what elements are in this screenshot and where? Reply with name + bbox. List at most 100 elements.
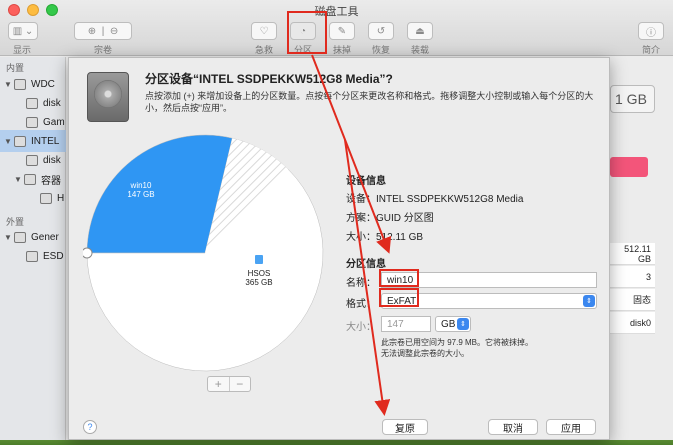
first-aid-label: 急救	[254, 45, 273, 55]
size-unit-select[interactable]: GB ⇕	[435, 316, 471, 332]
mount-label: 装载	[410, 45, 429, 55]
hint-line-2: 无法调整此宗卷的大小。	[381, 349, 469, 358]
size-key: 大小：	[346, 232, 376, 243]
sidebar-item-label: WDC	[31, 78, 55, 90]
partition-size-key: 大小：	[346, 322, 376, 333]
pie-label-name: HSOS	[248, 269, 271, 278]
size-unit-value: GB	[441, 318, 456, 330]
name-key: 名称：	[346, 278, 376, 289]
first-aid-button[interactable]: ♡	[251, 22, 277, 40]
sidebar: 内置 ▼ WDC disk Gam ▼ INTEL disk ▼ 容器 H 外置…	[0, 57, 66, 440]
main-detail-pane: 1 GB 512.11 GB 3 固态 disk0	[610, 57, 673, 440]
scheme-key: 方案：	[346, 213, 376, 224]
select-arrows-icon: ⇕	[583, 295, 595, 307]
add-partition-button[interactable]: +	[208, 377, 229, 391]
help-button[interactable]: ?	[83, 420, 97, 434]
partition-hint: 此宗卷已用空间为 97.9 MB。它将被抹掉。 无法调整此宗卷的大小。	[381, 337, 533, 359]
sidebar-item-label: ESD	[43, 250, 64, 262]
info-label: 简介	[641, 45, 660, 55]
hint-line-1: 此宗卷已用空间为 97.9 MB。它将被抹掉。	[381, 338, 534, 347]
erase-label: 抹掉	[332, 45, 351, 55]
disk-usage-bar	[610, 157, 648, 177]
pie-svg[interactable]: win10147 GB HSOS365 GB	[81, 131, 327, 375]
sidebar-icon: ▥ ⌄	[12, 25, 34, 37]
device-size-row: 大小：512.11 GB	[346, 228, 423, 243]
apply-button[interactable]: 应用	[546, 419, 596, 435]
revert-button[interactable]: 复原	[382, 419, 428, 435]
highlight-partition-button	[287, 11, 327, 54]
pie-label-size: 365 GB	[245, 278, 272, 287]
hard-disk-icon	[87, 72, 129, 122]
volume-add-remove-button[interactable]: ⊕ | ⊖	[74, 22, 132, 40]
hard-disk-icon	[14, 78, 26, 90]
sidebar-item-esd[interactable]: ESD	[0, 245, 66, 267]
sidebar-item-label: disk	[43, 154, 61, 166]
disclosure-triangle-icon[interactable]: ▼	[2, 80, 14, 89]
highlight-name-field	[379, 269, 419, 287]
info-cell-count: 3	[610, 266, 655, 288]
erase-button[interactable]: ✎	[329, 22, 355, 40]
sidebar-item-label: Gener	[31, 231, 59, 243]
sheet-title: 分区设备“INTEL SSDPEKKW512G8 Media”?	[145, 72, 393, 86]
toolbar: 磁盘工具 ▥ ⌄ 显示 ⊕ | ⊖ 宗卷 ♡ 急救 ◔ 分区 ✎ 抹掉 ↺ 恢复…	[0, 0, 673, 56]
mount-button[interactable]: ⏏	[407, 22, 433, 40]
disk-size-display: 1 GB	[610, 85, 655, 113]
select-arrows-icon: ⇕	[457, 318, 469, 330]
stethoscope-icon: ♡	[259, 25, 269, 37]
partition-sheet: 分区设备“INTEL SSDPEKKW512G8 Media”? 点按添加 (+…	[68, 57, 610, 440]
cancel-button[interactable]: 取消	[488, 419, 538, 435]
sidebar-toggle-button[interactable]: ▥ ⌄	[8, 22, 38, 40]
finder-icon	[255, 255, 263, 264]
partition-pie-chart[interactable]: win10 147 GB HSOS 365 GB	[81, 131, 327, 375]
volume-icon	[26, 154, 38, 166]
partition-add-remove-control[interactable]: + −	[207, 376, 251, 392]
hard-disk-icon	[14, 135, 26, 147]
volume-label: 宗卷	[93, 45, 112, 55]
restore-icon: ↺	[376, 25, 386, 37]
volume-icon	[26, 250, 38, 262]
info-icon: ⓘ	[646, 27, 656, 39]
device-info-header: 设备信息	[346, 176, 386, 187]
size-value: 512.11 GB	[376, 232, 424, 243]
device-value: INTEL SSDPEKKW512G8 Media	[376, 194, 524, 205]
sidebar-item-label: disk	[43, 97, 61, 109]
partition-size-value: 147	[387, 318, 404, 330]
sidebar-item-label: Gam	[43, 116, 65, 128]
sidebar-item-label: INTEL	[31, 135, 60, 147]
container-icon	[24, 173, 36, 185]
restore-label: 恢复	[371, 45, 390, 55]
info-cell-device: disk0	[610, 312, 655, 334]
erase-icon: ✎	[337, 25, 347, 37]
remove-partition-button[interactable]: −	[228, 377, 251, 391]
format-key: 格式：	[346, 299, 376, 310]
highlight-format-field	[379, 288, 419, 307]
partition-size-field[interactable]: 147	[381, 316, 431, 332]
window-title: 磁盘工具	[314, 6, 359, 18]
device-key: 设备：	[346, 194, 376, 205]
disclosure-triangle-icon[interactable]: ▼	[2, 233, 14, 242]
mount-icon: ⏏	[415, 25, 425, 37]
device-row: 设备：INTEL SSDPEKKW512G8 Media	[346, 190, 523, 205]
disclosure-triangle-icon[interactable]: ▼	[12, 175, 24, 184]
display-label: 显示	[12, 45, 31, 55]
external-disk-icon	[14, 231, 26, 243]
info-cell-capacity: 512.11 GB	[610, 243, 655, 265]
scheme-row: 方案：GUID 分区图	[346, 209, 434, 224]
volume-icon	[26, 116, 38, 128]
volume-icon	[40, 192, 52, 204]
sidebar-item-label: 容器	[41, 175, 61, 187]
pie-label-name: win10	[130, 181, 152, 190]
scheme-value: GUID 分区图	[376, 213, 434, 224]
resize-handle[interactable]	[81, 247, 93, 259]
info-button[interactable]: ⓘ	[638, 22, 664, 40]
sidebar-item-h[interactable]: H	[0, 187, 66, 209]
partition-info-header: 分区信息	[346, 259, 386, 270]
sheet-description: 点按添加 (+) 来增加设备上的分区数量。点按每个分区来更改名称和格式。拖移调整…	[145, 91, 594, 113]
sidebar-item-label: H	[57, 192, 65, 204]
disclosure-triangle-icon[interactable]: ▼	[2, 137, 14, 146]
pie-label-size: 147 GB	[127, 190, 154, 199]
disk-utility-window: 磁盘工具 ▥ ⌄ 显示 ⊕ | ⊖ 宗卷 ♡ 急救 ◔ 分区 ✎ 抹掉 ↺ 恢复…	[0, 0, 673, 440]
volume-icon	[26, 97, 38, 109]
add-volume-icon: ⊕ | ⊖	[87, 25, 119, 37]
restore-button[interactable]: ↺	[368, 22, 394, 40]
